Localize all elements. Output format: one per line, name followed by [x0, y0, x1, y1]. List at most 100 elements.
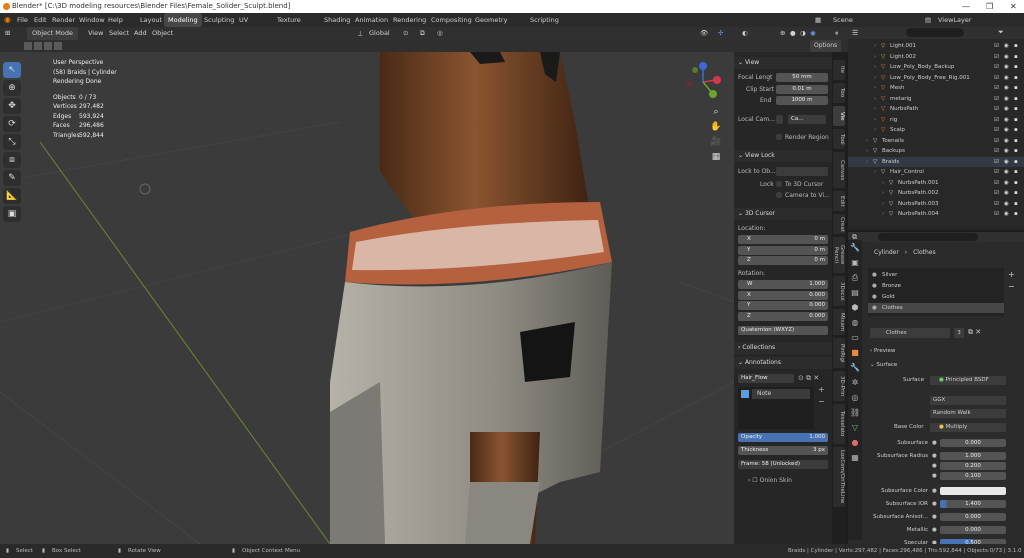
render-camera-icon[interactable]: ▪: [1014, 52, 1018, 63]
texture-tab-icon[interactable]: ▦: [848, 450, 862, 465]
include-checkbox-icon[interactable]: ☑: [994, 157, 999, 168]
zoom-icon[interactable]: ⌕: [709, 105, 723, 120]
menu-select[interactable]: Select: [109, 27, 129, 40]
collection-tab-icon[interactable]: ▭: [848, 330, 862, 345]
expand-arrow-icon[interactable]: ›: [882, 199, 884, 210]
visibility-eye-icon[interactable]: ◉: [1004, 167, 1009, 178]
remove-slot-icon[interactable]: −: [1008, 282, 1015, 291]
sidebar-tab[interactable]: Canvas: [833, 152, 845, 188]
visibility-eye-icon[interactable]: ◉: [1004, 62, 1009, 73]
material-slot[interactable]: ● Gold: [868, 292, 1004, 302]
outliner-row[interactable]: › ▽ Low_Poly_Body_Backup ☑ ◉ ▪: [848, 62, 1024, 73]
sidebar-tab[interactable]: Ite: [833, 60, 845, 80]
socket-dot-icon[interactable]: ●: [932, 499, 937, 509]
visibility-eye-icon[interactable]: ◉: [1004, 125, 1009, 136]
visibility-eye-icon[interactable]: ◉: [1004, 146, 1009, 157]
render-camera-icon[interactable]: ▪: [1014, 41, 1018, 52]
surface-shader-field[interactable]: ● Principled BSDF: [930, 376, 1006, 385]
maximize-icon[interactable]: ❐: [986, 0, 993, 13]
cursor-rotation-w-field[interactable]: W 1.000: [738, 280, 828, 289]
rotation-mode-dropdown[interactable]: Quaternion (WXYZ): [738, 326, 828, 335]
include-checkbox-icon[interactable]: ☑: [994, 178, 999, 189]
expand-arrow-icon[interactable]: ›: [882, 178, 884, 189]
shading-rendered-icon[interactable]: ◉: [810, 27, 816, 40]
include-checkbox-icon[interactable]: ☑: [994, 115, 999, 126]
outliner-row[interactable]: › ▽ metarig ☑ ◉ ▪: [848, 94, 1024, 105]
expand-arrow-icon[interactable]: ›: [874, 52, 876, 63]
expand-arrow-icon[interactable]: ›: [874, 125, 876, 136]
cursor-tool-icon[interactable]: ⊕: [3, 80, 21, 96]
cursor-rotation-x-field[interactable]: X 0.000: [738, 290, 828, 300]
tool-tab-icon[interactable]: 🔧: [848, 240, 862, 255]
outliner-row[interactable]: › ▽ NurbsPath.002 ☑ ◉ ▪: [848, 188, 1024, 199]
include-checkbox-icon[interactable]: ☑: [994, 52, 999, 63]
render-camera-icon[interactable]: ▪: [1014, 209, 1018, 220]
properties-search-input[interactable]: [878, 233, 978, 241]
pause-render-icon[interactable]: ⏸: [835, 27, 838, 40]
workspace-tab-scripting[interactable]: Scripting: [526, 13, 563, 27]
view-section-header[interactable]: ⌄ View: [734, 57, 832, 69]
material-slot[interactable]: ● Clothes: [868, 303, 1004, 313]
physics-tab-icon[interactable]: ◎: [848, 390, 862, 405]
socket-dot-icon[interactable]: ●: [932, 438, 937, 448]
surface-panel-header[interactable]: ⌄ Surface: [870, 362, 897, 368]
socket-dot-icon[interactable]: ●: [932, 486, 937, 496]
outliner-row[interactable]: › ▽ Hair_Control ☑ ◉ ▪: [848, 167, 1024, 178]
outliner-row[interactable]: › ▽ NurbsPath ☑ ◉ ▪: [848, 104, 1024, 115]
sidebar-tab[interactable]: Edit: [833, 191, 845, 211]
editor-type-icon[interactable]: ⊞: [5, 27, 10, 40]
visibility-eye-icon[interactable]: ◉: [1004, 94, 1009, 105]
material-name-field[interactable]: Clothes: [870, 328, 950, 338]
material-users[interactable]: 3: [954, 328, 964, 338]
scene-name[interactable]: Scene: [833, 13, 853, 27]
rotate-tool-icon[interactable]: ⟳: [3, 116, 21, 132]
view-layer-name[interactable]: ViewLayer: [938, 13, 972, 27]
add-layer-icon[interactable]: +: [818, 385, 825, 394]
render-camera-icon[interactable]: ▪: [1014, 146, 1018, 157]
select-box-tool-icon[interactable]: ↖: [3, 62, 21, 78]
cursor-location-x-field[interactable]: X 0 m: [738, 235, 828, 244]
include-checkbox-icon[interactable]: ☑: [994, 41, 999, 52]
workspace-tab-rendering[interactable]: Rendering: [389, 13, 430, 27]
socket-dot-icon[interactable]: ●: [932, 461, 937, 471]
shading-wire-icon[interactable]: ⊕: [780, 27, 785, 40]
outliner-row[interactable]: › ▽ Braids ☑ ◉ ▪: [848, 156, 1024, 168]
base-color-field[interactable]: ● Multiply: [930, 423, 1006, 432]
data-tab-icon[interactable]: ▽: [848, 420, 862, 435]
scale-tool-icon[interactable]: ⤡: [3, 134, 21, 150]
expand-arrow-icon[interactable]: ›: [874, 104, 876, 115]
include-checkbox-icon[interactable]: ☑: [994, 167, 999, 178]
annotate-tool-icon[interactable]: ✎: [3, 170, 21, 186]
add-slot-icon[interactable]: +: [1008, 270, 1015, 279]
gizmo-icon[interactable]: ✣: [718, 27, 723, 40]
outliner-row[interactable]: › ▽ Light.001 ☑ ◉ ▪: [848, 41, 1024, 52]
view-lock-header[interactable]: ⌄ View Lock: [734, 150, 832, 162]
material-slot[interactable]: ● Bronze: [868, 281, 1004, 291]
visibility-eye-icon[interactable]: ◉: [1004, 115, 1009, 126]
annotations-header[interactable]: ⌄ Annotations: [734, 357, 832, 369]
include-checkbox-icon[interactable]: ☑: [994, 104, 999, 115]
camera-view-icon[interactable]: 🎥: [709, 135, 723, 150]
close-icon[interactable]: ✕: [1010, 0, 1017, 13]
shader-property-value[interactable]: 1.000: [940, 452, 1006, 460]
visibility-eye-icon[interactable]: ◉: [1004, 41, 1009, 52]
socket-dot-icon[interactable]: ●: [932, 471, 937, 481]
workspace-tab-compositing[interactable]: Compositing: [427, 13, 476, 27]
menu-edit[interactable]: Edit: [34, 13, 47, 27]
render-camera-icon[interactable]: ▪: [1014, 199, 1018, 210]
render-camera-icon[interactable]: ▪: [1014, 167, 1018, 178]
menu-help[interactable]: Help: [108, 13, 123, 27]
pivot-icon[interactable]: ⊙: [403, 27, 408, 40]
shader-property-value[interactable]: 0.000: [940, 439, 1006, 447]
shader-property-value[interactable]: 0.000: [940, 526, 1006, 534]
expand-arrow-icon[interactable]: ›: [874, 94, 876, 105]
expand-arrow-icon[interactable]: ›: [874, 167, 876, 178]
menu-window[interactable]: Window: [79, 13, 105, 27]
sidebar-tab[interactable]: Too: [833, 83, 845, 103]
lock-cursor-checkbox[interactable]: [776, 181, 782, 187]
ortho-grid-icon[interactable]: ▦: [709, 150, 723, 165]
render-camera-icon[interactable]: ▪: [1014, 157, 1018, 168]
outliner-row[interactable]: › ▽ Light.002 ☑ ◉ ▪: [848, 52, 1024, 63]
expand-arrow-icon[interactable]: ›: [874, 73, 876, 84]
cursor-location-y-field[interactable]: Y 0 m: [738, 245, 828, 255]
